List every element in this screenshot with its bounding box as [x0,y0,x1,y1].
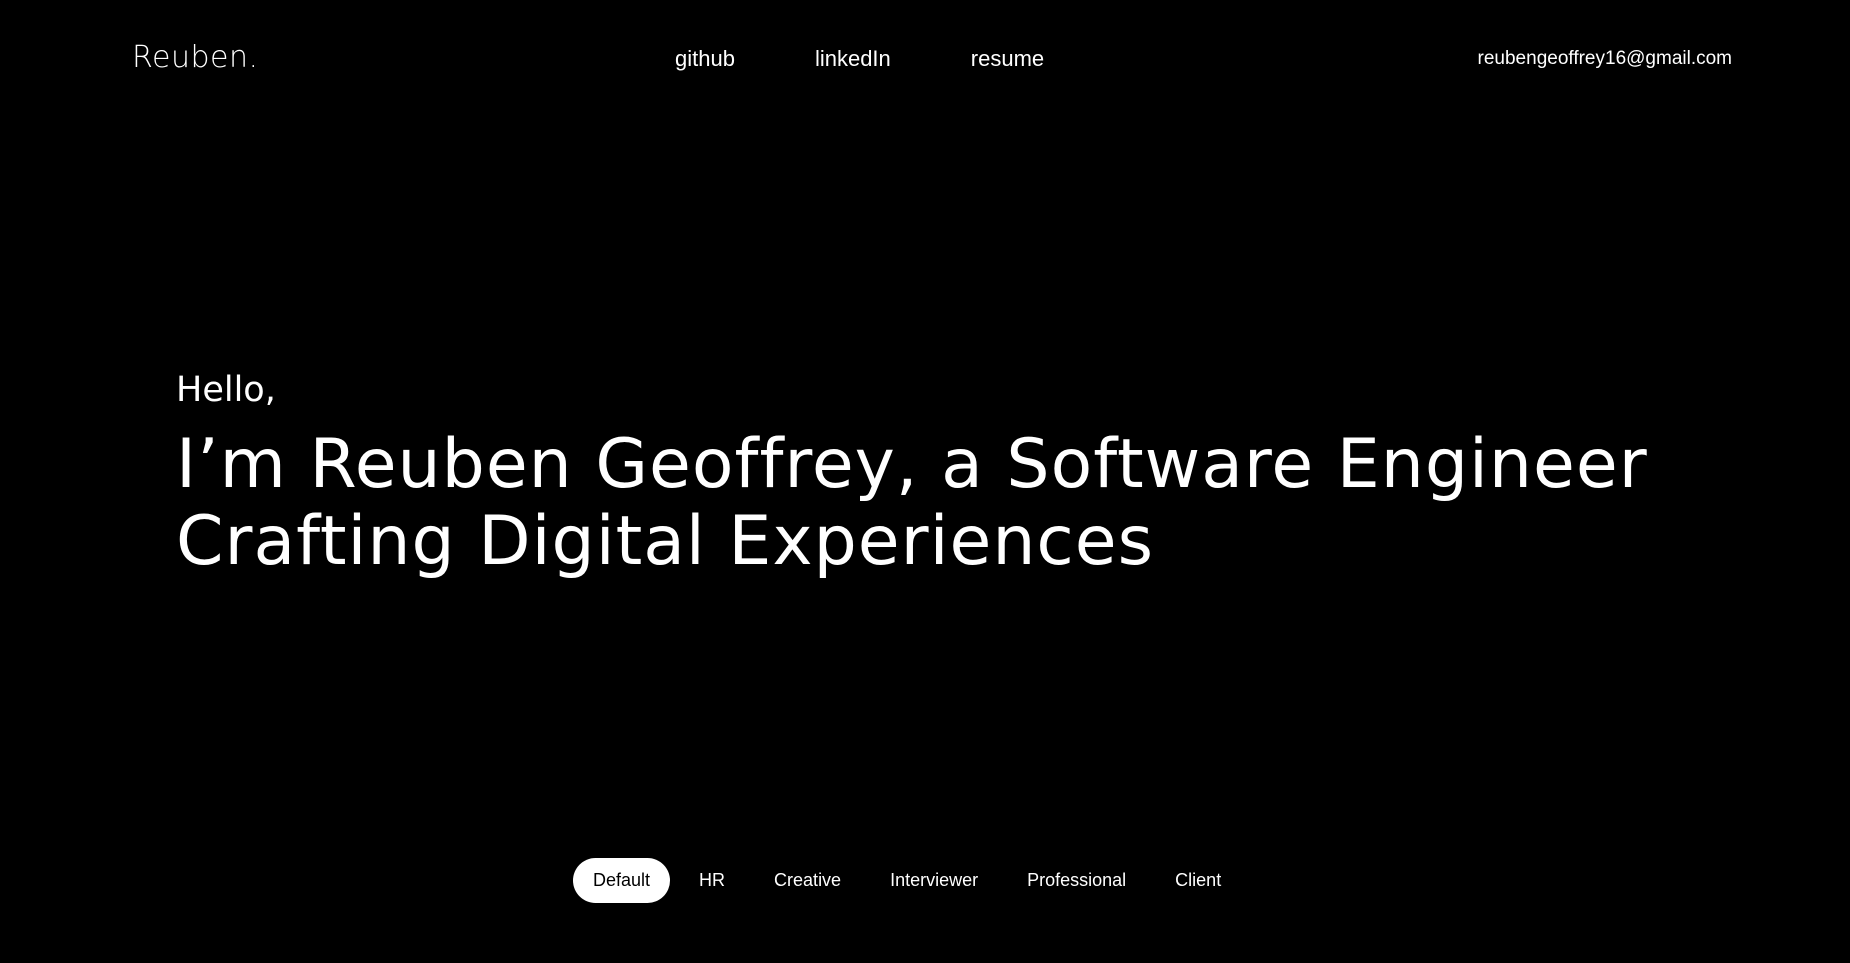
nav-link-resume[interactable]: resume [971,45,1044,73]
nav-link-github[interactable]: github [675,45,735,73]
persona-professional-button[interactable]: Professional [1007,858,1146,903]
hero-section: Hello, I’m Reuben Geoffrey, a Software E… [176,368,1736,580]
persona-default-button[interactable]: Default [573,858,671,903]
persona-switcher: Default HR Creative Interviewer Professi… [573,858,1241,903]
hero-headline-line-1: I’m Reuben Geoffrey, a Software Engineer [176,425,1648,504]
persona-creative-button[interactable]: Creative [754,858,861,903]
persona-hr-button[interactable]: HR [679,858,745,903]
site-header: Reuben. github linkedIn resume reubengeo… [0,0,1850,120]
nav-link-linkedin[interactable]: linkedIn [815,45,891,73]
hero-greeting: Hello, [176,370,276,410]
hero-headline-line-2: Crafting Digital Experiences [176,502,1155,581]
page: Reuben. github linkedIn resume reubengeo… [0,0,1850,963]
main-nav: github linkedIn resume [675,45,1044,73]
email-link[interactable]: reubengeoffrey16@gmail.com [1478,47,1732,71]
persona-interviewer-button[interactable]: Interviewer [870,858,998,903]
site-logo[interactable]: Reuben. [132,40,259,76]
persona-client-button[interactable]: Client [1155,858,1241,903]
hero-headline: I’m Reuben Geoffrey, a Software Engineer… [176,426,1736,580]
